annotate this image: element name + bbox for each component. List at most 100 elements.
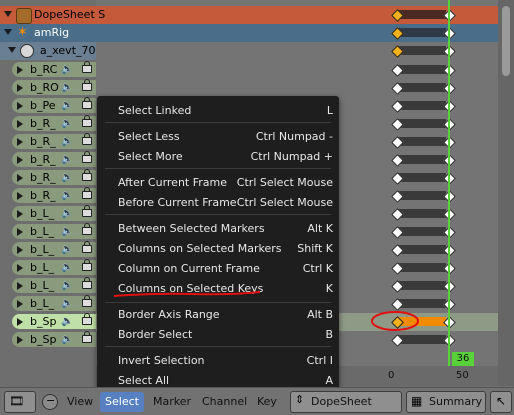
bone-name: b_RO bbox=[30, 81, 59, 94]
lock-icon[interactable] bbox=[82, 277, 92, 289]
expand-triangle-icon[interactable] bbox=[17, 282, 23, 290]
speaker-icon[interactable]: 🔈 bbox=[61, 208, 73, 219]
speaker-icon[interactable]: 🔈 bbox=[61, 334, 73, 345]
speaker-icon[interactable]: 🔈 bbox=[61, 226, 73, 237]
menu-view[interactable]: View bbox=[67, 392, 93, 412]
expand-triangle-icon[interactable] bbox=[17, 102, 23, 110]
expand-triangle-icon[interactable] bbox=[17, 264, 23, 272]
keyframe-track bbox=[398, 155, 446, 164]
menu-item-before-current-frame[interactable]: Before Current Frame Ctrl Select Mouse bbox=[97, 193, 339, 212]
collapse-header-button[interactable]: − bbox=[42, 394, 58, 410]
lock-icon[interactable] bbox=[82, 223, 92, 235]
collapse-triangle-icon[interactable] bbox=[4, 11, 12, 17]
keyframe-track bbox=[398, 10, 446, 19]
speaker-icon[interactable]: 🔈 bbox=[61, 298, 73, 309]
collapse-triangle-icon[interactable] bbox=[4, 29, 12, 35]
lock-icon[interactable] bbox=[82, 331, 92, 343]
menu-item-label: Columns on Selected Markers bbox=[118, 242, 282, 255]
summary-icon: ▦ bbox=[411, 394, 423, 408]
expand-triangle-icon[interactable] bbox=[17, 300, 23, 308]
speaker-icon[interactable]: 🔈 bbox=[61, 118, 73, 129]
lock-icon[interactable] bbox=[82, 241, 92, 253]
speaker-icon[interactable]: 🔈 bbox=[61, 244, 73, 255]
menu-item-select-linked[interactable]: Select Linked L bbox=[97, 101, 339, 120]
summary-toggle[interactable]: ▦ Summary bbox=[406, 391, 486, 413]
speaker-icon[interactable]: 🔈 bbox=[61, 64, 73, 75]
current-frame-line[interactable] bbox=[448, 0, 450, 386]
object-row[interactable]: ✶ amRig bbox=[0, 24, 498, 42]
menu-item-columns-on-selected-markers[interactable]: Columns on Selected Markers Shift K bbox=[97, 239, 339, 258]
lock-icon[interactable] bbox=[82, 133, 92, 145]
menu-item-invert-selection[interactable]: Invert Selection Ctrl I bbox=[97, 351, 339, 370]
menu-marker[interactable]: Marker bbox=[153, 392, 191, 412]
lock-icon[interactable] bbox=[82, 295, 92, 307]
expand-triangle-icon[interactable] bbox=[17, 318, 23, 326]
armature-row[interactable]: a_xevt_70 bbox=[0, 42, 498, 60]
speaker-icon[interactable]: 🔈 bbox=[61, 154, 73, 165]
collapse-triangle-icon[interactable] bbox=[8, 47, 16, 53]
bone-name: b_R_ bbox=[30, 153, 56, 166]
mode-dropdown[interactable]: ⇕ DopeSheet bbox=[290, 391, 402, 413]
menu-item-between-selected-markers[interactable]: Between Selected Markers Alt K bbox=[97, 219, 339, 238]
action-row[interactable]: DopeSheet S bbox=[0, 6, 498, 24]
speaker-icon[interactable]: 🔈 bbox=[61, 100, 73, 111]
expand-triangle-icon[interactable] bbox=[17, 336, 23, 344]
expand-triangle-icon[interactable] bbox=[17, 174, 23, 182]
expand-triangle-icon[interactable] bbox=[17, 120, 23, 128]
bone-name: b_L_ bbox=[30, 207, 55, 220]
expand-triangle-icon[interactable] bbox=[17, 66, 23, 74]
editor-type-button[interactable]: 🎞 bbox=[4, 391, 36, 413]
menu-channel[interactable]: Channel bbox=[202, 392, 247, 412]
lock-icon[interactable] bbox=[82, 259, 92, 271]
menu-item-column-on-current-frame[interactable]: Column on Current Frame Ctrl K bbox=[97, 259, 339, 278]
keyframe-track bbox=[398, 119, 446, 128]
lock-icon[interactable] bbox=[82, 97, 92, 109]
menu-separator bbox=[105, 168, 331, 169]
speaker-icon[interactable]: 🔈 bbox=[61, 172, 73, 183]
expand-triangle-icon[interactable] bbox=[17, 156, 23, 164]
speaker-icon[interactable]: 🔈 bbox=[61, 136, 73, 147]
expand-triangle-icon[interactable] bbox=[17, 192, 23, 200]
menu-separator bbox=[105, 346, 331, 347]
menu-key[interactable]: Key bbox=[257, 392, 277, 412]
speaker-icon[interactable]: 🔈 bbox=[61, 82, 73, 93]
lock-icon[interactable] bbox=[82, 169, 92, 181]
menu-item-border-axis-range[interactable]: Border Axis Range Alt B bbox=[97, 305, 339, 324]
menu-item-shortcut: Alt K bbox=[307, 222, 333, 235]
speaker-icon[interactable]: 🔈 bbox=[61, 190, 73, 201]
ruler-tick-label: 0 bbox=[388, 370, 395, 381]
menu-item-border-select[interactable]: Border Select B bbox=[97, 325, 339, 344]
lock-icon[interactable] bbox=[82, 61, 92, 73]
lock-icon[interactable] bbox=[82, 115, 92, 127]
menu-item-after-current-frame[interactable]: After Current Frame Ctrl Select Mouse bbox=[97, 173, 339, 192]
expand-triangle-icon[interactable] bbox=[17, 210, 23, 218]
bone-channel-row[interactable]: b_RC 🔈 bbox=[0, 61, 498, 79]
speaker-icon[interactable]: 🔈 bbox=[61, 280, 73, 291]
ruler-tick-label: 50 bbox=[456, 370, 469, 381]
expand-triangle-icon[interactable] bbox=[17, 246, 23, 254]
menu-item-select-more[interactable]: Select More Ctrl Numpad + bbox=[97, 147, 339, 166]
menu-select[interactable]: Select bbox=[100, 392, 144, 412]
lock-icon[interactable] bbox=[82, 205, 92, 217]
lock-icon[interactable] bbox=[82, 151, 92, 163]
expand-triangle-icon[interactable] bbox=[17, 84, 23, 92]
lock-icon[interactable] bbox=[82, 187, 92, 199]
bone-name: b_Pe bbox=[30, 99, 56, 112]
menu-item-select-less[interactable]: Select Less Ctrl Numpad - bbox=[97, 127, 339, 146]
cursor-tool-button[interactable]: ↖ bbox=[490, 391, 512, 413]
speaker-icon[interactable]: 🔈 bbox=[61, 316, 73, 327]
keyframe-track bbox=[398, 137, 446, 146]
keyframe-track bbox=[398, 299, 446, 308]
action-icon bbox=[16, 8, 32, 24]
red-circle-annotation bbox=[371, 311, 419, 331]
expand-triangle-icon[interactable] bbox=[17, 138, 23, 146]
lock-icon[interactable] bbox=[82, 313, 92, 325]
expand-triangle-icon[interactable] bbox=[17, 228, 23, 236]
current-frame-badge[interactable]: 36 bbox=[452, 352, 474, 366]
menu-item-label: Border Select bbox=[118, 328, 193, 341]
speaker-icon[interactable]: 🔈 bbox=[61, 262, 73, 273]
scrollbar-thumb[interactable] bbox=[502, 6, 510, 76]
bone-channel-row[interactable]: b_RO 🔈 bbox=[0, 79, 498, 97]
lock-icon[interactable] bbox=[82, 79, 92, 91]
keyframe-track bbox=[398, 65, 446, 74]
